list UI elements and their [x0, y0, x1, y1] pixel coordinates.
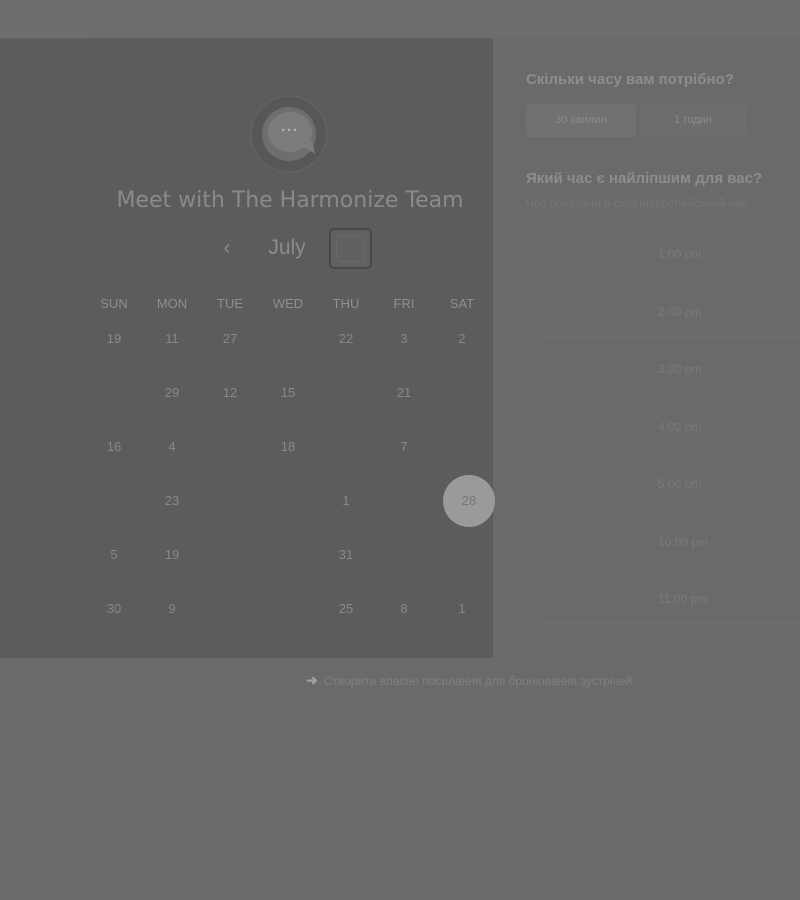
calendar-day: [440, 425, 484, 469]
weekday-label: TUE: [217, 296, 243, 311]
calendar-day[interactable]: 12: [208, 371, 252, 415]
top-bar: [0, 0, 800, 38]
footer-divider: [0, 708, 800, 709]
calendar-day: [440, 371, 484, 415]
calendar-day[interactable]: 15: [266, 371, 310, 415]
time-slot[interactable]: 2:00 pm: [543, 287, 800, 337]
calendar-day: [440, 533, 484, 577]
calendar-day[interactable]: 16: [92, 425, 136, 469]
time-slot[interactable]: 10:00 pm: [543, 517, 800, 567]
calendar-day[interactable]: 8: [382, 587, 426, 631]
calendar-day[interactable]: 5: [92, 533, 136, 577]
calendar-day: [208, 425, 252, 469]
calendar-day: [324, 425, 368, 469]
calendar-day: [208, 479, 252, 523]
calendar-day[interactable]: 1: [324, 479, 368, 523]
calendar-day[interactable]: 19: [150, 533, 194, 577]
time-slot[interactable]: 3:00 pm: [543, 344, 800, 394]
calendar-day[interactable]: 30: [92, 587, 136, 631]
time-question: Який час є найліпшим для вас?: [526, 170, 763, 187]
calendar-day[interactable]: 18: [266, 425, 310, 469]
calendar-day[interactable]: 23: [150, 479, 194, 523]
calendar-day[interactable]: 7: [382, 425, 426, 469]
time-slot[interactable]: 5:00 pm: [543, 459, 800, 509]
calendar-day[interactable]: 22: [324, 317, 368, 361]
calendar-card-edge: [0, 38, 92, 41]
weekday-label: FRI: [393, 296, 415, 311]
weekday-label: WED: [272, 296, 304, 311]
calendar-day: [266, 317, 310, 361]
duration-30-button[interactable]: 30 хвилин: [526, 104, 636, 137]
calendar-day[interactable]: 11: [150, 317, 194, 361]
calendar-day[interactable]: 9: [150, 587, 194, 631]
calendar-day[interactable]: 1: [440, 587, 484, 631]
duration-question: Скільки часу вам потрібно?: [526, 71, 734, 88]
time-slot[interactable]: 4:00 pm: [543, 402, 800, 452]
calendar-day[interactable]: 25: [324, 587, 368, 631]
calendar-day: [208, 533, 252, 577]
page-title: Meet with The Harmonize Team: [116, 188, 464, 213]
calendar-day: [382, 533, 426, 577]
create-booking-link-text: Створити власне посилання для бронювання…: [323, 674, 633, 688]
weekday-label: SAT: [449, 296, 475, 311]
next-month-button-inner: [336, 235, 365, 262]
calendar-day: [92, 371, 136, 415]
duration-60-button[interactable]: 1 годин: [640, 104, 746, 137]
calendar-day: [92, 479, 136, 523]
calendar-day[interactable]: 3: [382, 317, 426, 361]
chevron-left-icon[interactable]: ‹: [214, 235, 240, 261]
calendar-day: [382, 479, 426, 523]
timezone-note: Час показано в східноєвропейський час: [526, 196, 748, 210]
arrow-right-icon: ➜: [306, 672, 318, 688]
calendar-day[interactable]: 2: [440, 317, 484, 361]
weekday-label: MON: [156, 296, 188, 311]
calendar-day[interactable]: 31: [324, 533, 368, 577]
time-slot[interactable]: 1:00 pm: [543, 229, 800, 279]
chevron-right-icon[interactable]: [329, 228, 372, 269]
calendar-day: [266, 533, 310, 577]
calendar-day[interactable]: 21: [382, 371, 426, 415]
create-booking-link[interactable]: ➜ Створити власне посилання для бронюванн…: [306, 672, 632, 689]
calendar-day[interactable]: 27: [208, 317, 252, 361]
selected-day[interactable]: 28: [443, 475, 495, 527]
calendar-day: [266, 587, 310, 631]
calendar-day[interactable]: 4: [150, 425, 194, 469]
calendar-day[interactable]: 29: [150, 371, 194, 415]
time-slot[interactable]: 11:00 pm: [543, 574, 800, 624]
calendar-day[interactable]: 19: [92, 317, 136, 361]
calendar-day: [266, 479, 310, 523]
month-label: July: [268, 236, 306, 259]
weekday-label: SUN: [100, 296, 128, 311]
weekday-label: THU: [332, 296, 360, 311]
calendar-day: [324, 371, 368, 415]
calendar-day: [208, 587, 252, 631]
